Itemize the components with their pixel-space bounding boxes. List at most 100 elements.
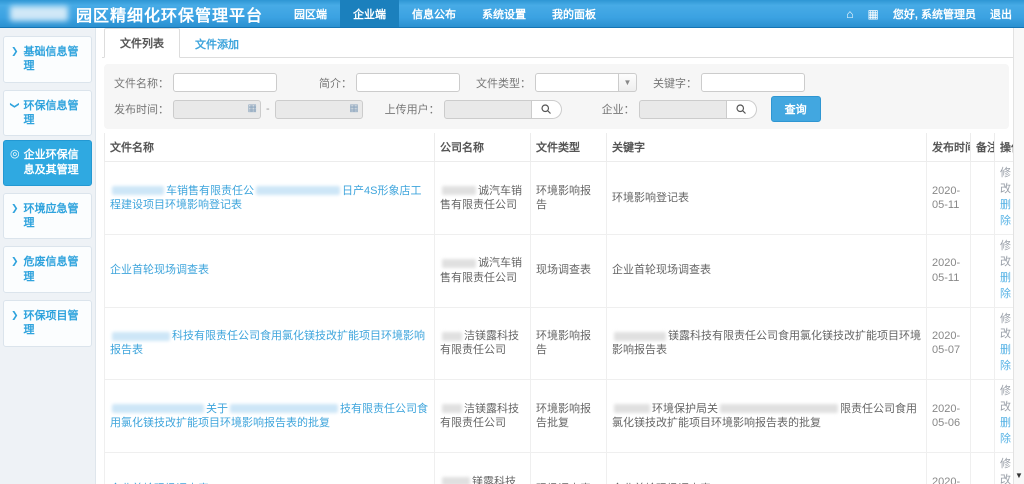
company-cell: 洁镁露科技有限责任公司 xyxy=(435,380,531,453)
sidebar-item-label: 基础信息管理 xyxy=(24,45,86,74)
redacted-text xyxy=(256,186,340,195)
publish-time-label: 发布时间： xyxy=(114,101,169,117)
note-cell xyxy=(971,380,995,453)
files-table: 文件名称公司名称文件类型关键字发布时间备注操作 车销售有限责任公日产4S形象店工… xyxy=(104,133,1013,484)
modify-link[interactable]: 修改 xyxy=(1000,384,1013,416)
search-form: 文件名称： 简介： 文件类型： ▼ 关键字： xyxy=(104,64,1009,129)
sidebar-item[interactable]: ❯危废信息管理 xyxy=(3,246,92,293)
logout-link[interactable]: 退出 xyxy=(990,6,1012,22)
company-cell: 诚汽车销售有限责任公司 xyxy=(435,234,531,307)
keyword-cell: 环境保护局关限责任公司食用氯化镁技改扩能项目环境影响报告表的批复 xyxy=(607,380,927,453)
publish-date-cell: 2020-05-04 xyxy=(927,453,971,484)
company-input[interactable] xyxy=(639,100,727,119)
file-name-input[interactable] xyxy=(173,73,277,92)
app-header: 园区精细化环保管理平台 园区端企业端信息公布系统设置我的面板 ⌂ ▦ 您好, 系… xyxy=(0,0,1024,28)
sidebar-item[interactable]: ❯基础信息管理 xyxy=(3,36,92,83)
file-name-cell: 企业首轮现场调查表 xyxy=(105,453,435,484)
note-cell xyxy=(971,162,995,235)
table-body: 车销售有限责任公日产4S形象店工程建设项目环境影响登记表诚汽车销售有限责任公司环… xyxy=(105,162,1014,484)
redacted-text xyxy=(614,404,650,413)
modify-link[interactable]: 修改 xyxy=(1000,166,1013,198)
sidebar-item[interactable]: ❯环保信息管理 xyxy=(3,90,92,137)
note-cell xyxy=(971,307,995,380)
chevron-icon: ❯ xyxy=(8,101,21,109)
nav-item[interactable]: 系统设置 xyxy=(469,0,539,27)
tab-inactive[interactable]: 文件添加 xyxy=(180,30,254,58)
upload-user-label: 上传用户： xyxy=(385,101,440,117)
company-cell: 诚汽车销售有限责任公司 xyxy=(435,162,531,235)
sidebar-item[interactable]: ❯环境应急管理 xyxy=(3,193,92,240)
table-row: 关于技有限责任公司食用氯化镁技改扩能项目环境影响报告表的批复洁镁露科技有限责任公… xyxy=(105,380,1014,453)
nav-item[interactable]: 企业端 xyxy=(340,0,399,27)
delete-link[interactable]: 删除 xyxy=(1000,416,1013,448)
sidebar: ❯基础信息管理❯环保信息管理◎企业环保信息及其管理❯环境应急管理❯危废信息管理❯… xyxy=(0,28,95,484)
sidebar-item-label: 环保项目管理 xyxy=(24,309,86,338)
publish-date-cell: 2020-05-07 xyxy=(927,307,971,380)
file-name-link[interactable]: 科技有限责任公司食用氯化镁技改扩能项目环境影响报告表 xyxy=(110,330,425,356)
file-name-link[interactable]: 车销售有限责任公日产4S形象店工程建设项目环境影响登记表 xyxy=(110,185,421,211)
header-nav: 园区端企业端信息公布系统设置我的面板 xyxy=(281,0,609,27)
table-header-row: 文件名称公司名称文件类型关键字发布时间备注操作 xyxy=(105,133,1014,162)
sidebar-item-label: 危废信息管理 xyxy=(24,255,86,284)
note-cell xyxy=(971,453,995,484)
chevron-down-icon[interactable]: ▼ xyxy=(619,73,637,92)
file-type-cell: 环境影响报告批复 xyxy=(531,380,607,453)
summary-input[interactable] xyxy=(356,73,460,92)
column-header: 公司名称 xyxy=(435,133,531,162)
tab-active[interactable]: 文件列表 xyxy=(104,28,180,58)
keyword-input[interactable] xyxy=(701,73,805,92)
scrollbar[interactable]: ▼ xyxy=(1013,28,1024,484)
redacted-text xyxy=(720,404,838,413)
file-name-cell: 企业首轮现场调查表 xyxy=(105,234,435,307)
redacted-text xyxy=(442,259,476,268)
table-row: 车销售有限责任公日产4S形象店工程建设项目环境影响登记表诚汽车销售有限责任公司环… xyxy=(105,162,1014,235)
actions-cell: 修改删除 xyxy=(995,307,1014,380)
summary-label: 简介： xyxy=(319,75,352,91)
column-header: 操作 xyxy=(995,133,1014,162)
redacted-text xyxy=(442,186,476,195)
modify-link[interactable]: 修改 xyxy=(1000,312,1013,344)
publish-date-cell: 2020-05-11 xyxy=(927,162,971,235)
delete-link[interactable]: 删除 xyxy=(1000,198,1013,230)
keyword-cell: 镁露科技有限责任公司食用氯化镁技改扩能项目环境影响报告表 xyxy=(607,307,927,380)
modify-link[interactable]: 修改 xyxy=(1000,239,1013,271)
gear-icon: ◎ xyxy=(10,148,20,161)
file-type-label: 文件类型： xyxy=(476,75,531,91)
nav-item[interactable]: 信息公布 xyxy=(399,0,469,27)
upload-user-input[interactable] xyxy=(444,100,532,119)
search-icon[interactable] xyxy=(727,100,757,119)
actions-cell: 修改删除 xyxy=(995,162,1014,235)
sidebar-subitem[interactable]: ◎ 企业环保信息及其管理 xyxy=(3,140,92,186)
file-type-select[interactable] xyxy=(535,73,619,92)
modify-link[interactable]: 修改 xyxy=(1000,457,1013,484)
nav-item[interactable]: 园区端 xyxy=(281,0,340,27)
redacted-text xyxy=(112,332,170,341)
company-cell: 洁镁露科技有限责任公司 xyxy=(435,307,531,380)
scroll-down-icon[interactable]: ▼ xyxy=(1015,471,1023,484)
delete-link[interactable]: 删除 xyxy=(1000,271,1013,303)
delete-link[interactable]: 删除 xyxy=(1000,343,1013,375)
nav-item[interactable]: 我的面板 xyxy=(539,0,609,27)
keyword-cell: 企业首轮现场调查表 xyxy=(607,234,927,307)
actions-cell: 修改删除 xyxy=(995,453,1014,484)
sidebar-subitem-label: 企业环保信息及其管理 xyxy=(24,148,87,178)
file-name-cell: 科技有限责任公司食用氯化镁技改扩能项目环境影响报告表 xyxy=(105,307,435,380)
home-icon[interactable]: ⌂ xyxy=(846,8,853,20)
calendar-icon[interactable]: ▦ xyxy=(248,104,257,114)
apps-grid-icon[interactable]: ▦ xyxy=(868,8,879,20)
query-button[interactable]: 查询 xyxy=(771,96,821,122)
file-name-link[interactable]: 关于技有限责任公司食用氯化镁技改扩能项目环境影响报告表的批复 xyxy=(110,403,428,429)
file-name-cell: 关于技有限责任公司食用氯化镁技改扩能项目环境影响报告表的批复 xyxy=(105,380,435,453)
sidebar-item[interactable]: ❯环保项目管理 xyxy=(3,300,92,347)
file-type-cell: 现场调查表 xyxy=(531,234,607,307)
file-name-cell: 车销售有限责任公日产4S形象店工程建设项目环境影响登记表 xyxy=(105,162,435,235)
redacted-text xyxy=(112,404,204,413)
keyword-cell: 企业首轮现场调查表 xyxy=(607,453,927,484)
search-icon[interactable] xyxy=(532,100,562,119)
header-right: ⌂ ▦ 您好, 系统管理员 退出 xyxy=(846,6,1024,22)
file-name-link[interactable]: 企业首轮现场调查表 xyxy=(110,264,209,276)
main-content: 文件列表文件添加 文件名称： 简介： 文件类型： ▼ xyxy=(95,28,1013,484)
date-range-dash: - xyxy=(266,103,270,115)
redacted-text xyxy=(614,332,666,341)
calendar-icon[interactable]: ▦ xyxy=(349,104,358,114)
